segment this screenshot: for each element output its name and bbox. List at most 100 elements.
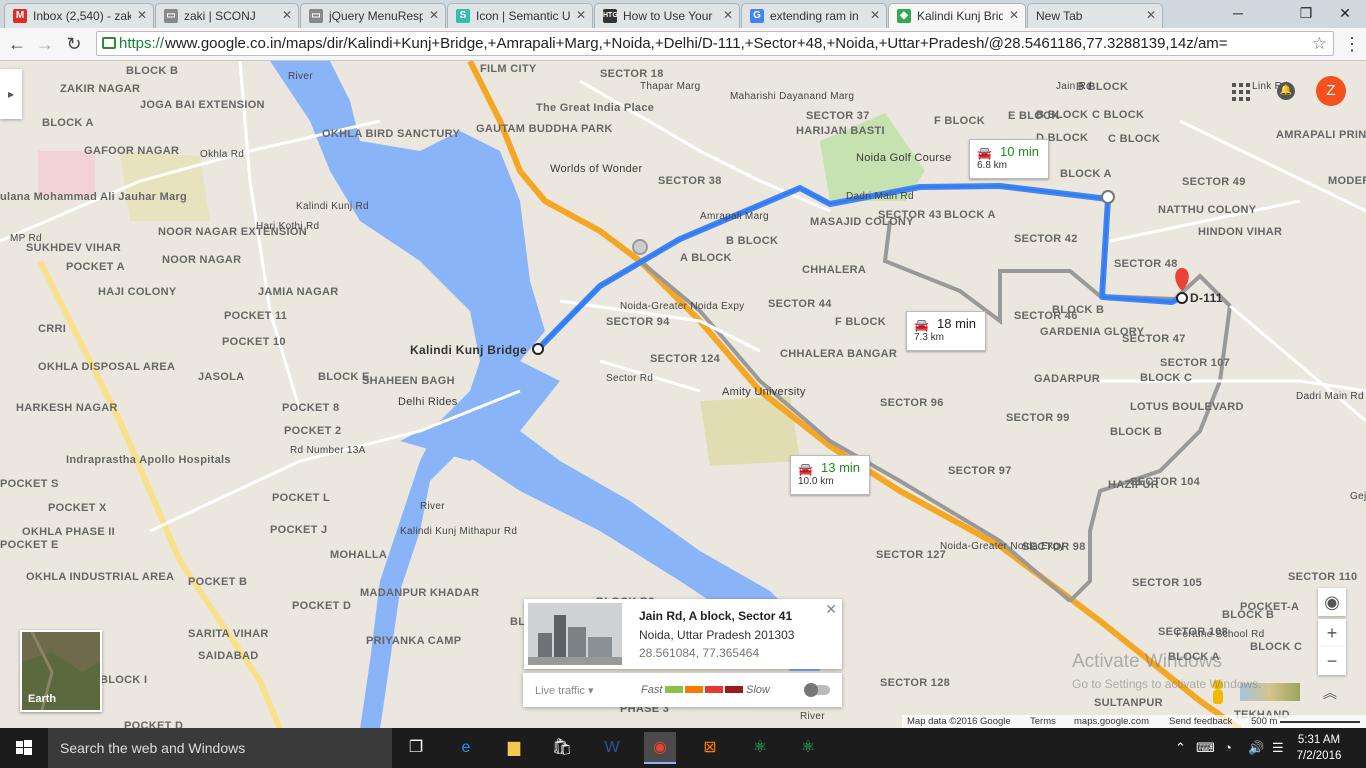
taskbar-search[interactable]: Search the web and Windows bbox=[48, 728, 392, 768]
map-label: CRRI bbox=[38, 323, 67, 335]
tray-chevron-icon[interactable]: ⌃ bbox=[1175, 740, 1186, 756]
browser-toolbar: ← → ↻ https:// www.google.co.in/maps/dir… bbox=[0, 28, 1366, 61]
map-canvas[interactable]: BLOCK B ZAKIR NAGAR JOGA BAI EXTENSION BLOC… bbox=[0, 61, 1366, 729]
back-icon[interactable]: ← bbox=[5, 32, 29, 56]
map-label: SECTOR 96 bbox=[880, 397, 944, 409]
my-location-icon[interactable]: ◉ bbox=[1318, 588, 1346, 616]
activate-windows-watermark: Activate Windows bbox=[1072, 651, 1222, 672]
map-label: SECTOR 18 bbox=[600, 68, 664, 80]
map-label: SECTOR 97 bbox=[948, 465, 1012, 477]
store-icon[interactable]: 🛍 bbox=[546, 732, 578, 764]
atom-icon[interactable]: ⚛ bbox=[744, 732, 776, 764]
file-explorer-icon[interactable]: ▆ bbox=[498, 732, 530, 764]
action-center-icon[interactable]: ☰ bbox=[1272, 740, 1284, 756]
edge-icon[interactable]: e bbox=[450, 732, 482, 764]
word-icon[interactable]: W bbox=[596, 732, 628, 764]
network-icon[interactable]: ⌨ bbox=[1196, 740, 1215, 756]
map-label: Hari Kothi Rd bbox=[256, 221, 320, 232]
forward-icon[interactable]: → bbox=[33, 32, 57, 56]
taskbar-clock[interactable]: 5:31 AM 7/2/2016 bbox=[1296, 732, 1342, 764]
windows-start-icon[interactable] bbox=[0, 728, 48, 768]
avatar[interactable]: Z bbox=[1316, 76, 1346, 106]
waypoint-marker bbox=[1101, 190, 1115, 204]
map-label: SECTOR 110 bbox=[1288, 571, 1358, 583]
side-panel-toggle[interactable]: ▸ bbox=[0, 69, 22, 119]
tab-close-icon[interactable]: ✕ bbox=[870, 8, 880, 22]
tab-6[interactable]: Gextending ram in ✕ bbox=[741, 3, 887, 28]
map-label: PRIYANKA CAMP bbox=[366, 635, 462, 647]
reload-icon[interactable]: ↻ bbox=[62, 32, 86, 56]
tab-2[interactable]: ▭ zaki | SCONJ ✕ bbox=[155, 3, 299, 28]
bookmark-star-icon[interactable]: ☆ bbox=[1312, 32, 1327, 55]
map-label: Thapar Marg bbox=[640, 81, 701, 92]
tab-close-icon[interactable]: ✕ bbox=[1009, 8, 1019, 22]
zoom-out-button[interactable]: − bbox=[1318, 647, 1346, 675]
street-view-thumbnail[interactable] bbox=[528, 603, 622, 665]
map-label: B BLOCK bbox=[1036, 109, 1089, 121]
site-link[interactable]: maps.google.com bbox=[1074, 716, 1149, 727]
map-label: NATTHU COLONY bbox=[1158, 204, 1257, 216]
terms-link[interactable]: Terms bbox=[1030, 716, 1056, 727]
map-label: Delhi Rides bbox=[398, 396, 458, 408]
tab-close-icon[interactable]: ✕ bbox=[137, 8, 147, 22]
map-label: POCKET A bbox=[66, 261, 125, 273]
tab-4[interactable]: S Icon | Semantic UI ✕ bbox=[447, 3, 593, 28]
map-label: SAIDABAD bbox=[198, 650, 259, 662]
wifi-icon[interactable]: ◔ bbox=[1224, 740, 1232, 755]
map-label: OKHLA DISPOSAL AREA bbox=[38, 361, 176, 373]
map-label: BLOCK C bbox=[1140, 372, 1193, 384]
tab-close-icon[interactable]: ✕ bbox=[429, 8, 439, 22]
map-label: HAJI COLONY bbox=[98, 286, 177, 298]
earth-view-button[interactable]: Earth bbox=[20, 630, 102, 712]
chrome-icon[interactable]: ◉ bbox=[644, 732, 676, 764]
route-card-alt-1[interactable]: 🚘 18 min 7.3 km bbox=[906, 311, 986, 351]
apps-grid-icon[interactable] bbox=[1232, 83, 1250, 101]
tab-5[interactable]: HTG How to Use Your ✕ bbox=[594, 3, 740, 28]
tab-close-icon[interactable]: ✕ bbox=[282, 8, 292, 22]
tab-close-icon[interactable]: ✕ bbox=[1146, 8, 1156, 22]
volume-icon[interactable]: 🔊 bbox=[1248, 740, 1264, 756]
close-window-button[interactable]: ✕ bbox=[1324, 2, 1366, 24]
map-footer: Map data ©2016 Google Terms maps.google.… bbox=[902, 715, 1366, 729]
xampp-icon[interactable]: ⊠ bbox=[694, 732, 726, 764]
address-bar[interactable]: https:// www.google.co.in/maps/dir/Kalin… bbox=[96, 31, 1334, 56]
map-label: Noida Golf Course bbox=[856, 152, 952, 164]
map-label: F BLOCK bbox=[934, 115, 985, 127]
map-label: OKHLA PHASE II bbox=[22, 526, 116, 538]
traffic-toggle[interactable] bbox=[804, 683, 830, 697]
map-label: Dadri Main Rd bbox=[1296, 391, 1364, 402]
hospital-area bbox=[38, 151, 95, 196]
traffic-slow-label: Slow bbox=[746, 684, 770, 696]
map-label: CHHALERA bbox=[802, 264, 867, 276]
expand-icon[interactable]: ︽ bbox=[1318, 683, 1342, 703]
destination-label[interactable]: D-111 bbox=[1190, 291, 1223, 305]
lock-icon bbox=[102, 37, 116, 49]
tab-8[interactable]: New Tab ✕ bbox=[1027, 3, 1163, 28]
task-view-icon[interactable]: ❐ bbox=[400, 732, 432, 764]
tab-1[interactable]: M Inbox (2,540) - zaki ✕ bbox=[4, 3, 154, 28]
route-time: 10 min bbox=[1000, 144, 1040, 159]
tab-3[interactable]: ▭ jQuery MenuResponsive ✕ bbox=[300, 3, 446, 28]
menu-icon[interactable]: ⋮ bbox=[1340, 32, 1364, 56]
zoom-in-button[interactable]: + bbox=[1318, 619, 1346, 647]
maximize-button[interactable]: ❐ bbox=[1286, 2, 1326, 24]
atom-icon-2[interactable]: ⚛ bbox=[792, 732, 824, 764]
semantic-icon: S bbox=[456, 9, 470, 23]
map-label: Indraprastha Apollo Hospitals bbox=[66, 454, 231, 466]
route-card-alt-2[interactable]: 🚘 13 min 10.0 km bbox=[790, 455, 870, 495]
tab-7[interactable]: ◆ Kalindi Kunj Bridge ✕ bbox=[888, 3, 1026, 28]
tab-label: extending ram in bbox=[770, 9, 859, 23]
minimize-button[interactable]: ─ bbox=[1218, 2, 1258, 24]
map-label: Rd Number 13A bbox=[290, 445, 366, 456]
send-feedback-link[interactable]: Send feedback bbox=[1169, 716, 1232, 727]
live-traffic-dropdown[interactable]: Live traffic ▾ bbox=[535, 684, 594, 697]
place-info-card[interactable]: Jain Rd, A block, Sector 41 Noida, Uttar… bbox=[524, 599, 842, 669]
close-icon[interactable]: ✕ bbox=[825, 601, 837, 618]
tab-close-icon[interactable]: ✕ bbox=[723, 8, 733, 22]
traffic-color-swatch bbox=[705, 686, 723, 693]
tab-close-icon[interactable]: ✕ bbox=[576, 8, 586, 22]
notification-bell-icon[interactable]: 🔔 bbox=[1277, 82, 1295, 100]
scale-label[interactable]: 500 m bbox=[1251, 716, 1277, 727]
origin-label[interactable]: Kalindi Kunj Bridge bbox=[410, 343, 527, 357]
route-card-primary[interactable]: 🚘 10 min 6.8 km bbox=[969, 139, 1049, 179]
